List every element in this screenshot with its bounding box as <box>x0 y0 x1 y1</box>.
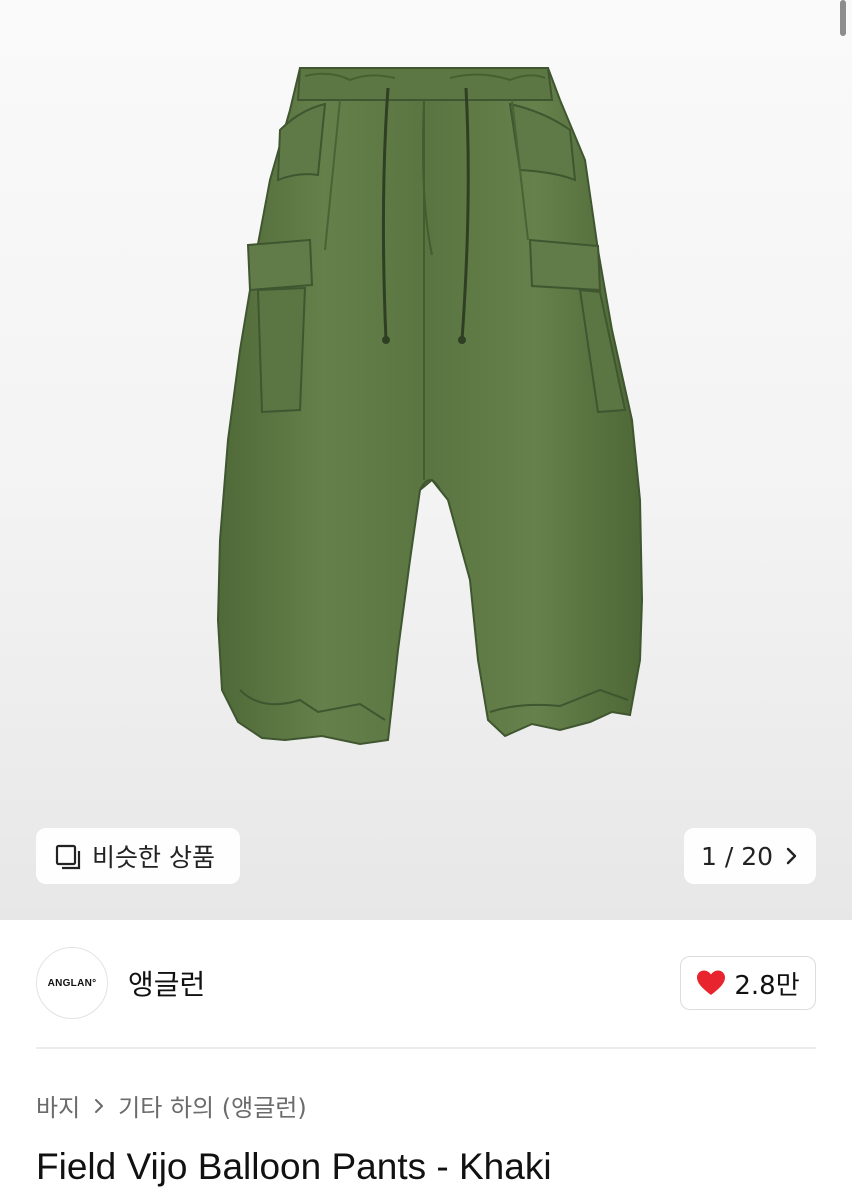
breadcrumb-item-other-bottoms[interactable]: 기타 하의 (앵글런) <box>118 1088 307 1123</box>
scroll-indicator[interactable] <box>840 0 846 36</box>
chevron-right-icon <box>95 1098 104 1113</box>
seller-logo-text: ANGLAN° <box>47 977 97 989</box>
divider <box>36 1047 816 1049</box>
heart-icon <box>697 970 726 995</box>
seller-name[interactable]: 앵글런 <box>128 963 205 1003</box>
similar-products-icon <box>55 844 81 870</box>
similar-products-label: 비슷한 상품 <box>92 843 215 872</box>
product-image <box>216 67 644 746</box>
product-title: Field Vijo Balloon Pants - Khaki <box>36 1146 552 1187</box>
like-button[interactable]: 2.8만 <box>680 956 816 1010</box>
breadcrumb-item-pants[interactable]: 바지 <box>36 1088 80 1123</box>
similar-products-button[interactable]: 비슷한 상품 <box>36 828 240 884</box>
image-counter-button[interactable]: 1 / 20 <box>684 828 816 884</box>
product-image-gallery[interactable]: 비슷한 상품 1 / 20 <box>0 0 852 920</box>
like-count: 2.8만 <box>734 970 800 1001</box>
seller-row: ANGLAN° 앵글런 2.8만 <box>36 946 816 1020</box>
breadcrumb: 바지 기타 하의 (앵글런) <box>36 1088 307 1123</box>
seller-logo[interactable]: ANGLAN° <box>36 947 108 1019</box>
image-counter: 1 / 20 <box>700 841 774 871</box>
chevron-right-icon <box>786 847 797 865</box>
